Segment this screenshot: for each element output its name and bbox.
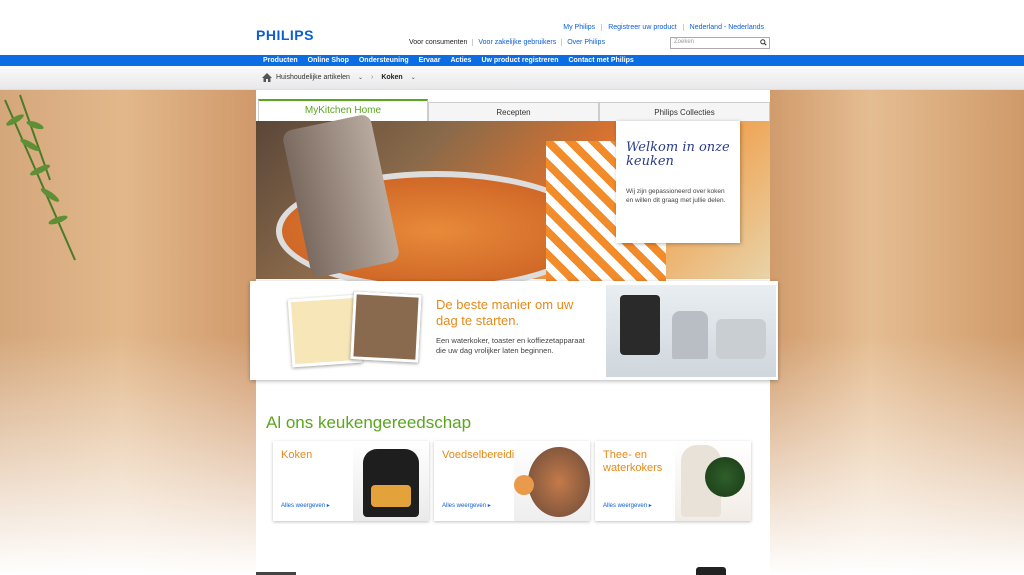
page-header: PHILIPS My Philips Registreer uw product… [0,0,1024,55]
business-link[interactable]: Voor zakelijke gebruikers [472,39,561,46]
home-icon[interactable] [262,73,272,82]
about-philips-link[interactable]: Over Philips [561,39,610,46]
section-title: Al ons keukengereedschap [266,413,472,432]
chevron-down-icon[interactable]: ⌄ [358,74,363,81]
welcome-text: Wij zijn gepassioneerd over koken en wil… [626,188,726,204]
next-section-preview [256,560,770,575]
card-title: Thee- en waterkokers [603,449,663,474]
welcome-note: Welkom in onze keuken Wij zijn gepassion… [616,121,740,243]
nav-ervaar[interactable]: Ervaar [414,55,446,66]
category-card-koken[interactable]: Koken Alles weergeven ▸ [273,441,429,521]
my-philips-link[interactable]: My Philips [557,24,601,31]
nav-online-shop[interactable]: Online Shop [303,55,354,66]
search-icon[interactable] [760,39,767,46]
breadcrumb: Huishoudelijke artikelen ⌄ › Koken ⌄ [262,73,420,82]
breadcrumb-household[interactable]: Huishoudelijke artikelen [276,74,350,81]
breadcrumb-bar: Huishoudelijke artikelen ⌄ › Koken ⌄ [0,66,1024,90]
nav-product-registreren[interactable]: Uw product registreren [476,55,563,66]
airfryer-image [353,441,429,521]
promo-title: De beste manier om uw dag te starten. [436,297,574,328]
search-placeholder: Zoeken [674,39,695,45]
toaster-photo [350,291,422,363]
category-card-thee-waterkokers[interactable]: Thee- en waterkokers Alles weergeven ▸ [595,441,751,521]
rosemary-decoration [4,94,76,261]
main-nav: Producten Online Shop Ondersteuning Erva… [0,55,1024,66]
nav-ondersteuning[interactable]: Ondersteuning [354,55,414,66]
category-card-voedselbereiding[interactable]: Voedselbereiding Alles weergeven ▸ [434,441,590,521]
tab-bar: MyKitchen Home Recepten Philips Collecti… [256,99,770,121]
promo-text: Een waterkoker, toaster en koffiezetappa… [436,336,585,355]
country-selector-link[interactable]: Nederland - Nederlands [682,24,770,31]
chevron-right-icon: › [370,74,374,81]
chevron-down-icon[interactable]: ⌄ [411,74,416,81]
nav-contact[interactable]: Contact met Philips [563,55,638,66]
tab-philips-collecties[interactable]: Philips Collecties [599,102,770,121]
show-all-link[interactable]: Alles weergeven ▸ [603,502,652,509]
top-links: My Philips Registreer uw product Nederla… [557,24,770,31]
show-all-link[interactable]: Alles weergeven ▸ [281,502,330,509]
show-all-link[interactable]: Alles weergeven ▸ [442,502,491,509]
nav-producten[interactable]: Producten [258,55,303,66]
breadcrumb-koken[interactable]: Koken [381,74,402,81]
appliances-image [606,285,776,377]
welcome-title: Welkom in onze keuken [626,140,730,169]
search-input[interactable]: Zoeken [670,37,770,49]
tab-recepten[interactable]: Recepten [428,102,599,121]
kettle-image [675,441,751,521]
philips-logo[interactable]: PHILIPS [256,27,314,43]
promo-banner[interactable]: De beste manier om uw dag te starten. Ee… [250,281,778,380]
segment-links: Voor consumenten Voor zakelijke gebruike… [404,39,610,46]
consumers-link[interactable]: Voor consumenten [404,39,472,46]
card-title: Koken [281,449,313,461]
food-processor-image [514,441,590,521]
nav-acties[interactable]: Acties [445,55,476,66]
register-product-link[interactable]: Registreer uw product [601,24,682,31]
